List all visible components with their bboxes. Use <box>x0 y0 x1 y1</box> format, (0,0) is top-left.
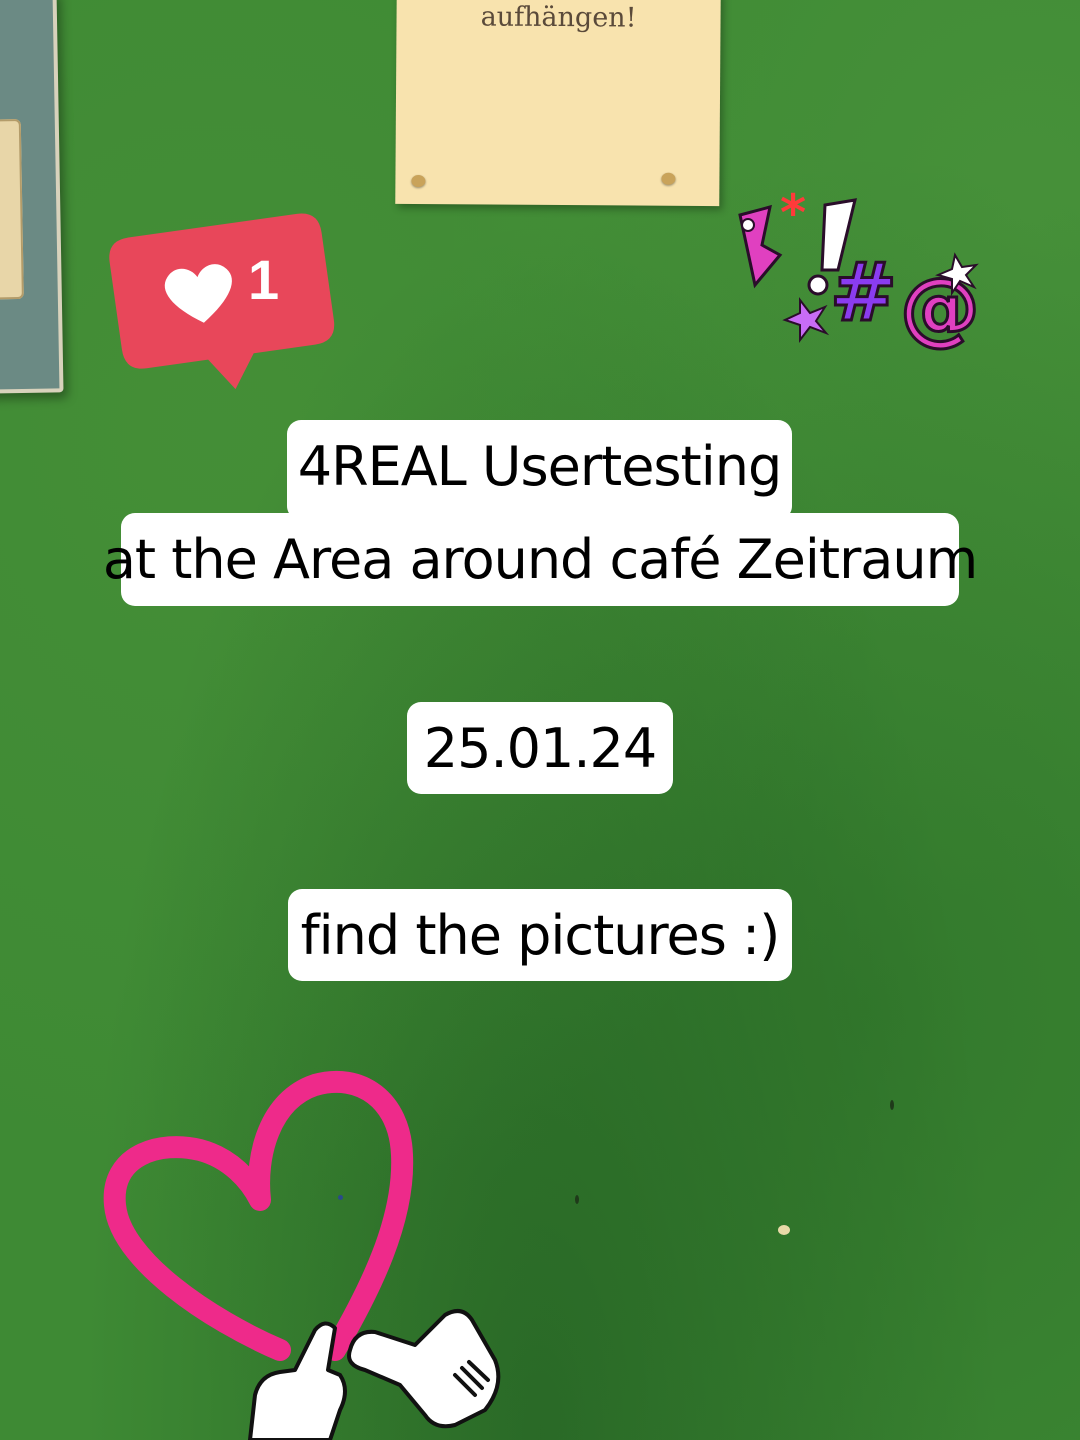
cartoon-hands-icon[interactable] <box>240 1300 520 1440</box>
paper-notice: aufhängen! <box>395 0 721 207</box>
pinned-card-panel <box>0 118 24 300</box>
notice-text: aufhängen! <box>480 1 637 34</box>
post-title: 4REAL Usertesting <box>287 420 792 520</box>
svg-text:*: * <box>780 185 806 242</box>
board-speck <box>338 1195 343 1200</box>
post-call-to-action: find the pictures :) <box>288 889 792 981</box>
grawlix-symbols-icon[interactable]: * # @ <box>730 185 1000 365</box>
svg-text:#: # <box>830 246 897 339</box>
board-speck <box>575 1195 579 1204</box>
pin-right-icon <box>661 172 676 185</box>
pinned-card <box>0 0 64 394</box>
like-count: 1 <box>248 248 280 311</box>
board-speck <box>890 1100 894 1110</box>
post-subtitle: at the Area around café Zeitraum <box>103 513 978 606</box>
pin-left-icon <box>411 174 426 188</box>
post-date: 25.01.24 <box>407 702 673 794</box>
like-notification-sticker[interactable] <box>108 200 338 405</box>
board-speck <box>778 1225 790 1235</box>
